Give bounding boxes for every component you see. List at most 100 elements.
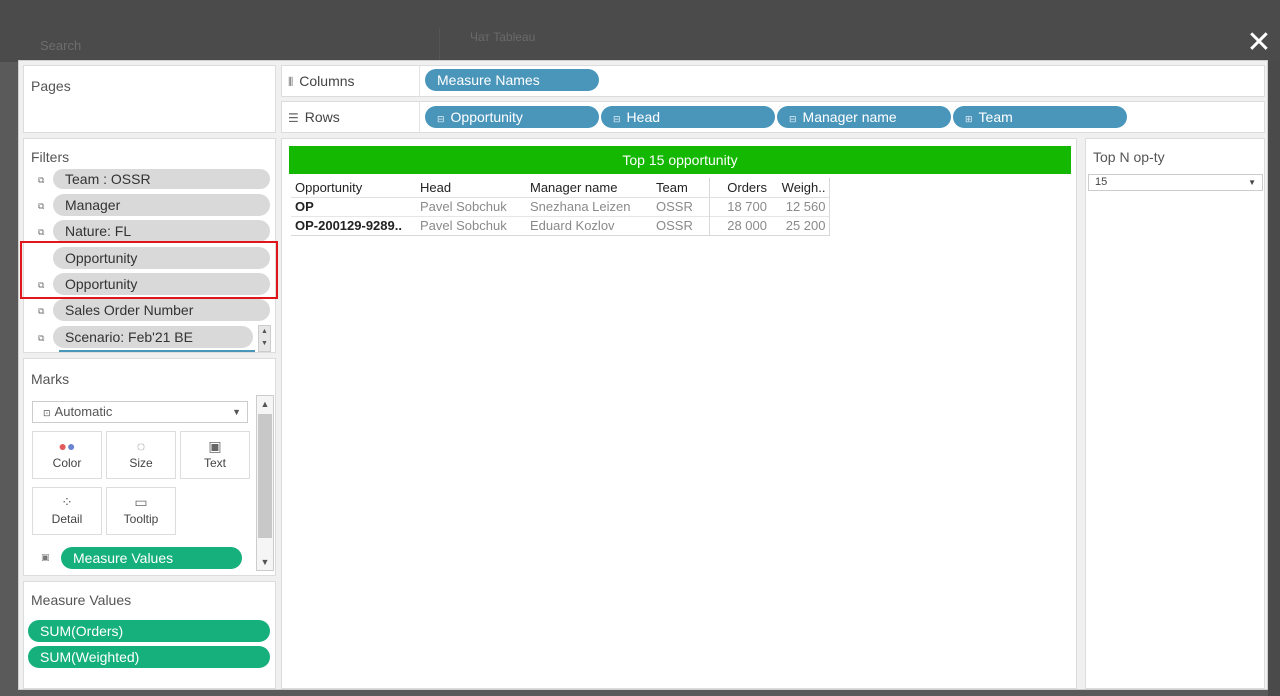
top-n-parameter-dropdown[interactable]: 15 ▼ bbox=[1088, 174, 1263, 191]
marks-tooltip-button[interactable]: ▭ Tooltip bbox=[106, 487, 176, 535]
marks-detail-button[interactable]: ⁘ Detail bbox=[32, 487, 102, 535]
filter-pill-underline bbox=[59, 350, 255, 352]
background-search: Search bbox=[30, 28, 440, 62]
marks-color-button[interactable]: ●● Color bbox=[32, 431, 102, 479]
header-opportunity[interactable]: Opportunity bbox=[291, 178, 416, 198]
cell-head[interactable]: Pavel Sobchuk bbox=[416, 215, 526, 235]
expand-icon: ⊟ bbox=[437, 114, 445, 124]
filter-icon: ⧉ bbox=[38, 201, 45, 211]
filter-pill-opportunity[interactable]: Opportunity bbox=[53, 247, 270, 269]
rows-icon: ☰ bbox=[288, 111, 299, 125]
columns-label: ⦀ Columns bbox=[288, 73, 355, 90]
marks-card: Marks ⊡ Automatic ▼ ●● Color ◌ Size ▣ Text ⁘… bbox=[23, 358, 276, 576]
measure-pill-sum-orders[interactable]: SUM(Orders) bbox=[28, 620, 270, 642]
scroll-up-icon[interactable]: ▲ bbox=[257, 396, 273, 412]
filter-icon: ⧉ bbox=[38, 227, 45, 237]
columns-divider bbox=[419, 66, 420, 96]
rows-pill-head[interactable]: ⊟ Head bbox=[601, 106, 775, 128]
columns-label-text: Columns bbox=[299, 73, 355, 89]
cell-orders[interactable]: 18 700 bbox=[708, 196, 770, 216]
cell-opportunity[interactable]: OP bbox=[291, 196, 416, 216]
filter-icon: ⧉ bbox=[38, 280, 45, 290]
filter-pill-sales-order[interactable]: Sales Order Number bbox=[53, 299, 270, 321]
filters-scrollbar[interactable]: ▲ ▼ bbox=[258, 325, 271, 352]
chevron-down-icon: ▼ bbox=[1248, 178, 1256, 187]
header-weighted[interactable]: Weigh.. bbox=[770, 178, 830, 198]
rows-pill-opportunity-label: Opportunity bbox=[450, 109, 523, 125]
rows-pill-manager-name[interactable]: ⊟ Manager name bbox=[777, 106, 951, 128]
viz-title: Top 15 opportunity bbox=[289, 146, 1071, 174]
mark-type-icon: ⊡ bbox=[43, 408, 51, 418]
color-icon: ●● bbox=[58, 438, 76, 454]
columns-shelf[interactable]: ⦀ Columns Measure Names bbox=[281, 65, 1265, 97]
cell-weighted[interactable]: 25 200 bbox=[770, 215, 830, 235]
rows-pill-team-label: Team bbox=[978, 109, 1013, 125]
cell-weighted[interactable]: 12 560 bbox=[770, 196, 830, 216]
marks-text-button[interactable]: ▣ Text bbox=[180, 431, 250, 479]
columns-icon: ⦀ bbox=[288, 75, 294, 89]
rows-pill-team[interactable]: ⊞ Team bbox=[953, 106, 1127, 128]
marks-scrollbar[interactable]: ▲ ▼ bbox=[256, 395, 274, 571]
pages-title: Pages bbox=[31, 78, 71, 94]
columns-pill-measure-names[interactable]: Measure Names bbox=[425, 69, 599, 91]
expand-icon: ⊟ bbox=[789, 114, 797, 124]
filter-icon: ⧉ bbox=[38, 175, 45, 185]
scroll-up-icon[interactable]: ▲ bbox=[259, 326, 270, 338]
measure-pill-sum-weighted[interactable]: SUM(Weighted) bbox=[28, 646, 270, 668]
filter-pill-team[interactable]: Team : OSSR bbox=[53, 169, 270, 189]
background-right-edge bbox=[1268, 62, 1280, 696]
expand-icon: ⊞ bbox=[965, 114, 973, 124]
table-header-row: Opportunity Head Manager name Team Order… bbox=[291, 178, 830, 198]
scroll-down-icon[interactable]: ▼ bbox=[259, 338, 270, 350]
marks-size-label: Size bbox=[129, 456, 153, 470]
scroll-down-icon[interactable]: ▼ bbox=[257, 554, 273, 570]
marks-measure-values-pill[interactable]: Measure Values bbox=[61, 547, 242, 569]
cell-team[interactable]: OSSR bbox=[652, 196, 709, 216]
close-icon[interactable]: ✕ bbox=[1244, 28, 1274, 58]
mark-type-value: Automatic bbox=[54, 404, 113, 419]
cell-orders[interactable]: 28 000 bbox=[708, 215, 770, 235]
tooltip-icon: ▭ bbox=[134, 494, 148, 510]
cell-manager-name[interactable]: Eduard Kozlov bbox=[526, 215, 652, 235]
marks-tooltip-label: Tooltip bbox=[123, 512, 159, 526]
cell-manager-name[interactable]: Snezhana Leizen bbox=[526, 196, 652, 216]
filter-pill-scenario[interactable]: Scenario: Feb'21 BE bbox=[53, 326, 253, 348]
header-team[interactable]: Team bbox=[652, 178, 709, 198]
parameter-title: Top N op-ty bbox=[1093, 149, 1165, 165]
header-orders[interactable]: Orders bbox=[708, 178, 770, 198]
table-row[interactable]: OP Pavel Sobchuk Snezhana Leizen OSSR 18… bbox=[291, 196, 830, 216]
pages-card[interactable]: Pages bbox=[23, 65, 276, 133]
crosstab-table: Opportunity Head Manager name Team Order… bbox=[291, 178, 830, 236]
mark-type-dropdown[interactable]: ⊡ Automatic ▼ bbox=[32, 401, 248, 423]
scrollbar-thumb[interactable] bbox=[258, 414, 272, 538]
tableau-worksheet-modal: Pages ⦀ Columns Measure Names ☰ Rows ⊟ Oppo… bbox=[18, 60, 1268, 690]
filter-icon: ⧉ bbox=[38, 306, 45, 316]
filter-pill-opportunity-2[interactable]: Opportunity bbox=[53, 273, 270, 295]
filter-pill-nature[interactable]: Nature: FL bbox=[53, 220, 270, 242]
header-head[interactable]: Head bbox=[416, 178, 526, 198]
size-icon: ◌ bbox=[136, 438, 146, 454]
marks-title: Marks bbox=[31, 371, 70, 387]
cell-opportunity[interactable]: OP-200129-9289.. bbox=[291, 215, 416, 235]
measure-values-card: Measure Values SUM(Orders) SUM(Weighted) bbox=[23, 581, 276, 689]
filters-title: Filters bbox=[31, 149, 70, 165]
rows-label-text: Rows bbox=[304, 109, 340, 125]
parameter-card: Top N op-ty 15 ▼ bbox=[1085, 138, 1265, 689]
cell-team[interactable]: OSSR bbox=[652, 215, 709, 235]
filters-card: Filters ⧉ Team : OSSR ⧉ Manager ⧉ Nature… bbox=[23, 138, 276, 353]
background-chat-title: Чат Tableau bbox=[470, 30, 536, 44]
expand-icon: ⊟ bbox=[613, 114, 621, 124]
text-icon: ▣ bbox=[41, 552, 50, 562]
filter-pill-manager[interactable]: Manager bbox=[53, 194, 270, 216]
rows-shelf[interactable]: ☰ Rows ⊟ Opportunity ⊟ Head ⊟ Manager name ⊞… bbox=[281, 101, 1265, 133]
marks-size-button[interactable]: ◌ Size bbox=[106, 431, 176, 479]
rows-pill-head-label: Head bbox=[626, 109, 661, 125]
marks-detail-label: Detail bbox=[51, 512, 83, 526]
parameter-value: 15 bbox=[1095, 176, 1108, 188]
rows-label: ☰ Rows bbox=[288, 109, 340, 125]
table-row[interactable]: OP-200129-9289.. Pavel Sobchuk Eduard Ko… bbox=[291, 215, 830, 235]
rows-pill-opportunity[interactable]: ⊟ Opportunity bbox=[425, 106, 599, 128]
rows-pill-manager-name-label: Manager name bbox=[802, 109, 897, 125]
header-manager-name[interactable]: Manager name bbox=[526, 178, 652, 198]
cell-head[interactable]: Pavel Sobchuk bbox=[416, 196, 526, 216]
